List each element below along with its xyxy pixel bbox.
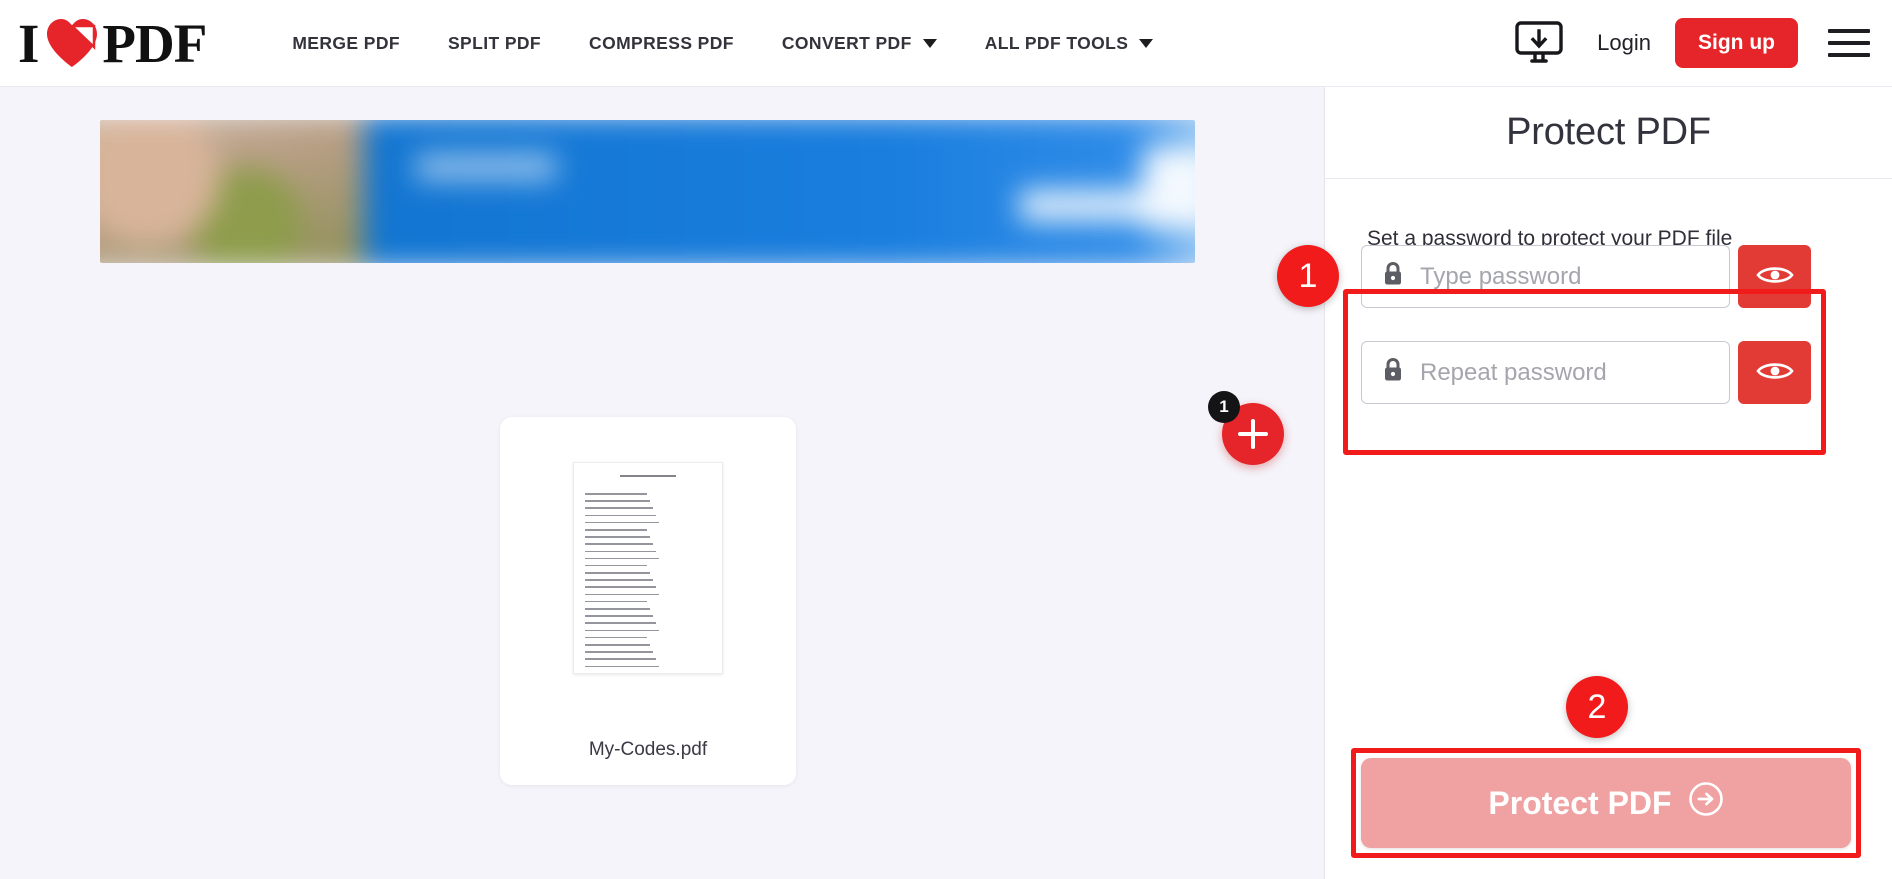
thumbnail-text-line [585, 629, 659, 632]
thumbnail-text-line [585, 622, 656, 624]
annotation-step-1-badge: 1 [1277, 245, 1339, 307]
nav-label: ALL PDF TOOLS [984, 32, 1129, 53]
advertisement-image [100, 120, 1195, 263]
thumbnail-text-line [585, 507, 653, 509]
repeat-password-row: Repeat password [1361, 341, 1811, 404]
add-file-button[interactable]: 1 [1208, 391, 1284, 465]
chevron-down-icon [922, 38, 937, 48]
nav-item-convert-pdf[interactable]: CONVERT PDF [758, 23, 961, 64]
thumbnail-text-line [585, 500, 650, 502]
eye-icon [1755, 262, 1795, 291]
thumbnail-text-line [585, 651, 653, 653]
thumbnail-text-line [585, 572, 650, 574]
thumbnail-text-line [585, 564, 647, 567]
pdf-thumbnail [573, 462, 723, 674]
arrow-right-circle-icon [1688, 781, 1724, 825]
nav-item-split-pdf[interactable]: SPLIT PDF [424, 23, 565, 64]
thumbnail-text-line [585, 608, 650, 610]
thumbnail-text-line [585, 600, 647, 603]
repeat-password-placeholder: Repeat password [1420, 358, 1607, 386]
file-card[interactable]: My-Codes.pdf [500, 417, 796, 785]
password-input-wrapper[interactable]: Type password [1361, 245, 1730, 308]
lock-icon [1382, 261, 1404, 292]
desktop-download-icon[interactable] [1499, 14, 1579, 72]
plus-icon [1238, 432, 1268, 436]
password-form: Type password Repeat password [1361, 245, 1811, 404]
ilovepdf-protect-page: I PDF MERGE PDF SPLIT PDF COMPRESS PDF C… [0, 0, 1892, 879]
advertisement-logo [1142, 148, 1195, 229]
hamburger-bar [1828, 53, 1870, 57]
thumbnail-text-line [585, 665, 659, 668]
hamburger-bar [1828, 41, 1870, 45]
protect-pdf-submit-button[interactable]: Protect PDF [1361, 758, 1851, 848]
thumbnail-text-lines [585, 493, 661, 673]
logo-text-right: PDF [102, 12, 207, 74]
file-count-badge: 1 [1208, 391, 1240, 423]
main-content-area: My-Codes.pdf 1 [0, 87, 1324, 879]
hamburger-menu-icon[interactable] [1828, 26, 1870, 60]
thumbnail-text-line [585, 672, 647, 673]
nav-label: MERGE PDF [292, 32, 400, 53]
thumbnail-text-line [585, 586, 656, 589]
site-header: I PDF MERGE PDF SPLIT PDF COMPRESS PDF C… [0, 0, 1892, 87]
nav-label: CONVERT PDF [781, 32, 912, 53]
thumbnail-text-line [585, 528, 647, 531]
main-navigation: MERGE PDF SPLIT PDF COMPRESS PDF CONVERT… [268, 23, 1177, 64]
thumbnail-text-line [585, 658, 656, 660]
thumbnail-text-line [585, 514, 656, 517]
thumbnail-text-line [585, 536, 650, 538]
signup-button[interactable]: Sign up [1675, 18, 1798, 68]
heart-icon [44, 17, 100, 69]
hamburger-bar [1828, 29, 1870, 33]
nav-label: COMPRESS PDF [589, 32, 734, 53]
nav-item-all-pdf-tools[interactable]: ALL PDF TOOLS [961, 23, 1178, 64]
logo-text-left: I [18, 12, 39, 74]
thumbnail-text-line [585, 521, 659, 524]
file-name-label: My-Codes.pdf [588, 739, 708, 760]
advertisement-body [363, 120, 1195, 263]
toggle-password-visibility-button[interactable] [1738, 245, 1811, 308]
thumbnail-heading-line [620, 475, 676, 477]
header-actions: Login Sign up [1499, 14, 1870, 72]
thumbnail-text-line [585, 593, 659, 596]
eye-icon [1755, 358, 1795, 387]
advertisement-photo [100, 120, 364, 263]
password-placeholder: Type password [1420, 262, 1582, 290]
page-title: Protect PDF [1325, 87, 1892, 179]
advertisement-banner[interactable] [100, 120, 1195, 263]
chevron-down-icon [1139, 38, 1154, 48]
thumbnail-text-line [585, 643, 650, 646]
nav-item-compress-pdf[interactable]: COMPRESS PDF [565, 23, 758, 64]
thumbnail-text-line [585, 615, 653, 617]
toggle-repeat-password-visibility-button[interactable] [1738, 341, 1811, 404]
annotation-step-2-badge: 2 [1566, 676, 1628, 738]
repeat-password-input-wrapper[interactable]: Repeat password [1361, 341, 1730, 404]
submit-button-label: Protect PDF [1488, 784, 1672, 821]
thumbnail-text-line [585, 493, 647, 495]
thumbnail-text-line [585, 636, 647, 639]
thumbnail-text-line [585, 579, 653, 581]
password-row: Type password [1361, 245, 1811, 308]
thumbnail-text-line [585, 550, 656, 553]
ilovepdf-logo[interactable]: I PDF [18, 12, 207, 74]
thumbnail-text-line [585, 557, 659, 560]
login-link[interactable]: Login [1579, 22, 1669, 64]
nav-label: SPLIT PDF [447, 32, 542, 53]
nav-item-merge-pdf[interactable]: MERGE PDF [268, 23, 424, 64]
lock-icon [1382, 357, 1404, 388]
thumbnail-text-line [585, 543, 653, 545]
